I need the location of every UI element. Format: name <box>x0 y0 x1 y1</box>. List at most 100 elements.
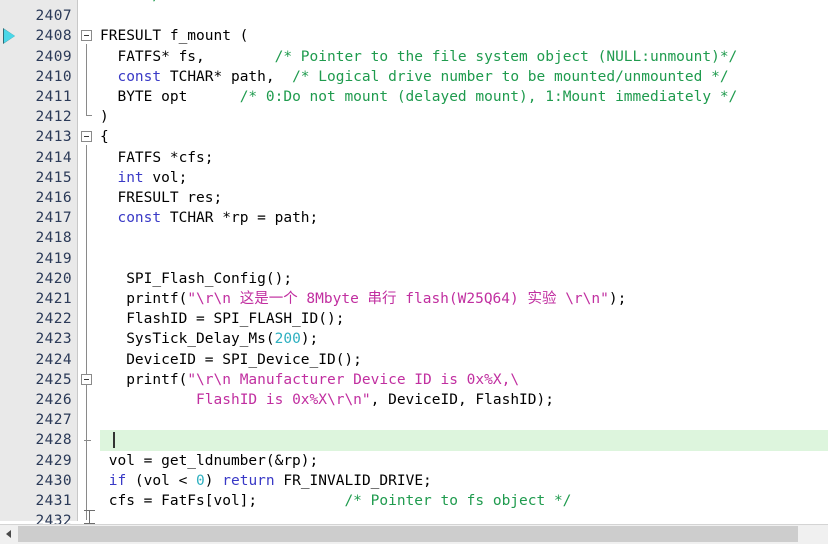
code-line[interactable]: FRESULT f_mount ( <box>100 26 828 46</box>
code-token-kw: const <box>117 68 162 85</box>
code-line[interactable]: BYTE opt /* 0:Do not mount (delayed moun… <box>100 87 828 107</box>
line-number: 2413 <box>35 129 72 146</box>
line-number: 2418 <box>35 230 72 247</box>
code-token-pln: FR_INVALID_DRIVE; <box>274 472 432 489</box>
code-token-num: 200 <box>274 331 301 348</box>
code-token-pln: BYTE opt <box>100 89 240 105</box>
fold-collapse-icon[interactable] <box>81 30 92 42</box>
fold-connector-function-body <box>86 145 87 520</box>
code-line[interactable]: FlashID = SPI_FLASH_ID(); <box>100 309 828 329</box>
line-number: 2412 <box>35 109 72 126</box>
fold-collapse-icon[interactable] <box>81 373 92 385</box>
code-line[interactable]: SysTick_Delay_Ms(200); <box>100 329 828 349</box>
code-token-pln: cfs = FatFs[vol]; <box>100 493 345 509</box>
horizontal-scrollbar[interactable] <box>0 524 828 544</box>
fold-connector-mount-signature <box>86 44 87 115</box>
line-number: 2410 <box>35 68 72 85</box>
code-token-kw: return <box>222 472 275 489</box>
code-token-pln <box>100 69 117 85</box>
code-token-str: FlashID is 0x%X\r\n" <box>152 392 371 408</box>
code-token-pln: ) <box>100 109 109 126</box>
code-token-pln: (vol < <box>126 472 197 489</box>
code-line[interactable] <box>100 249 828 269</box>
code-token-pln <box>100 210 117 226</box>
fold-collapse-icon[interactable] <box>81 131 92 143</box>
code-token-pln: vol; <box>143 169 188 186</box>
code-token-cmt: / <box>152 0 161 4</box>
code-token-cmt: /* Pointer to fs object */ <box>344 493 572 509</box>
code-token-pln: ); <box>300 331 319 348</box>
code-line[interactable] <box>100 6 828 26</box>
line-number: 2408 <box>35 28 72 45</box>
line-number: 2411 <box>35 89 72 105</box>
code-token-str: "\r\n 这是一个 8Mbyte 串行 flash(W25Q64) 实验 \r… <box>187 291 609 307</box>
code-editor[interactable]: 2406 /24072408FRESULT f_mount (2409 FATF… <box>0 0 828 544</box>
code-line[interactable]: SPI_Flash_Config(); <box>100 269 828 289</box>
code-line[interactable]: FRESULT res; <box>100 188 828 208</box>
code-token-pln: DeviceID = SPI_Device_ID(); <box>100 351 362 368</box>
code-token-kw: int <box>117 169 144 186</box>
code-folding-gutter[interactable] <box>78 0 100 521</box>
code-token-pln: TCHAR* path, <box>161 68 293 85</box>
code-token-pln: FlashID = SPI_FLASH_ID(); <box>100 311 345 328</box>
code-token-cmt: /* Pointer to the file system object (NU… <box>274 48 738 65</box>
line-number: 2426 <box>35 392 72 408</box>
code-line[interactable]: DeviceID = SPI_Device_ID(); <box>100 350 828 370</box>
bookmark-arrow-icon[interactable] <box>4 29 15 44</box>
code-line[interactable]: const TCHAR* path, /* Logical drive numb… <box>100 67 828 87</box>
code-token-pln <box>100 392 152 408</box>
line-number: 2424 <box>35 351 72 368</box>
line-number: 2417 <box>35 210 72 227</box>
code-line[interactable] <box>100 228 828 248</box>
code-token-pln: TCHAR *rp = path; <box>161 210 319 227</box>
fold-connector-printf-block <box>86 394 87 412</box>
line-number: 2429 <box>35 452 72 469</box>
code-line[interactable]: vol = get_ldnumber(&rp); <box>100 451 828 471</box>
line-number: 2427 <box>35 412 72 429</box>
code-token-pln: FATFS* fs, <box>100 48 275 65</box>
code-token-num: 0 <box>196 472 205 489</box>
breakpoint-gutter[interactable] <box>0 0 22 521</box>
code-token-pln: FRESULT res; <box>100 190 223 206</box>
code-line[interactable] <box>100 430 828 450</box>
code-line[interactable]: if (vol < 0) return FR_INVALID_DRIVE; <box>100 471 828 491</box>
code-line[interactable]: printf("\r\n 这是一个 8Mbyte 串行 flash(W25Q64… <box>100 289 828 309</box>
code-token-cmt: /* Logical drive number to be mounted/un… <box>292 68 729 85</box>
gutter-divider <box>77 0 78 521</box>
code-line[interactable]: const TCHAR *rp = path; <box>100 208 828 228</box>
fold-end-mount-signature <box>86 115 92 116</box>
code-line[interactable]: FATFS *cfs; <box>100 148 828 168</box>
horizontal-scrollbar-thumb[interactable] <box>18 526 798 542</box>
code-token-pln: printf( <box>100 371 188 388</box>
code-token-pln: ) <box>204 472 223 489</box>
code-line[interactable]: printf("\r\n Manufacturer Device ID is 0… <box>100 370 828 390</box>
code-line[interactable]: FATFS* fs, /* Pointer to the file system… <box>100 47 828 67</box>
line-number: 2420 <box>35 270 72 287</box>
line-number: 2414 <box>35 149 72 166</box>
line-number: 2430 <box>35 472 72 489</box>
code-line[interactable]: ) <box>100 107 828 127</box>
fold-dash-marker <box>84 440 91 442</box>
code-token-kw: if <box>108 472 127 489</box>
code-line[interactable]: FlashID is 0x%X\r\n", DeviceID, FlashID)… <box>100 390 828 410</box>
chevron-left-icon[interactable] <box>0 525 17 543</box>
editor-split-handle[interactable] <box>84 510 95 524</box>
code-token-pln <box>100 170 117 186</box>
line-number: 2428 <box>35 432 72 449</box>
line-number: 2423 <box>35 331 72 348</box>
line-number: 2421 <box>35 291 72 307</box>
code-token-pln: , DeviceID, FlashID); <box>370 392 554 408</box>
code-token-pln: FATFS *cfs; <box>100 149 214 166</box>
code-token-pln: SPI_Flash_Config(); <box>100 270 293 287</box>
code-token-pln: SysTick_Delay_Ms( <box>100 331 275 348</box>
code-line[interactable] <box>100 410 828 430</box>
code-token-pln <box>100 0 152 4</box>
text-caret <box>113 432 115 449</box>
code-token-pln <box>100 473 109 489</box>
code-token-pln: vol = get_ldnumber(&rp); <box>100 452 319 469</box>
code-line[interactable]: cfs = FatFs[vol]; /* Pointer to fs objec… <box>100 491 828 511</box>
code-line[interactable]: int vol; <box>100 168 828 188</box>
line-number: 2431 <box>35 493 72 509</box>
code-line[interactable]: { <box>100 127 828 147</box>
code-token-pln: { <box>100 129 109 146</box>
